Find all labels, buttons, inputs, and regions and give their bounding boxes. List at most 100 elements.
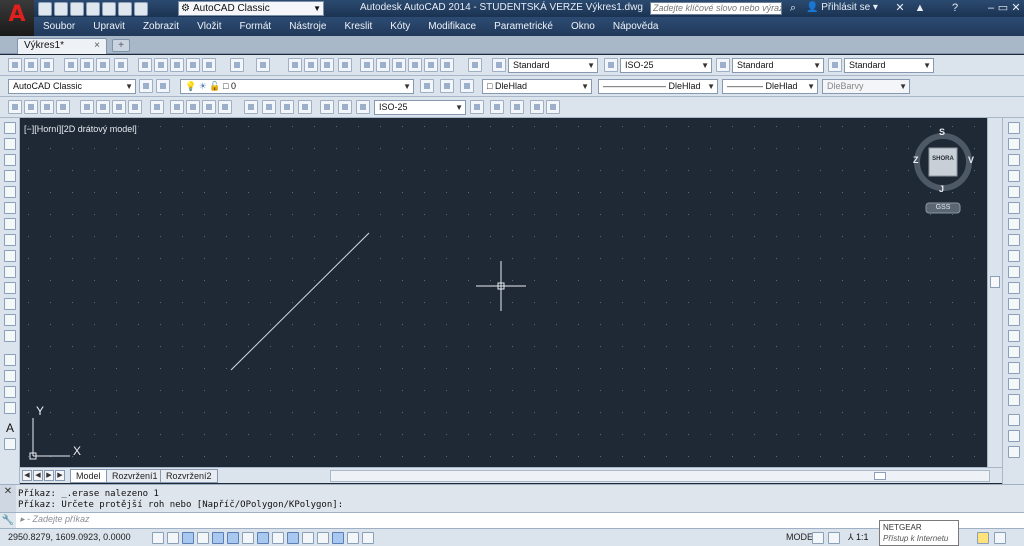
cut-icon[interactable] <box>138 58 152 72</box>
chamfer-icon[interactable] <box>1008 346 1020 358</box>
baseline-dimension-icon[interactable] <box>170 100 184 114</box>
transparency-icon[interactable] <box>317 532 329 544</box>
jogged-linear-icon[interactable] <box>298 100 312 114</box>
selection-cycling-icon[interactable] <box>347 532 359 544</box>
command-line-close-icon[interactable]: ✕ <box>0 485 16 513</box>
aligned-dimension-icon[interactable] <box>24 100 38 114</box>
workspace-switcher[interactable]: ⚙ AutoCAD Classic ▼ <box>178 1 324 16</box>
dim-style-select[interactable]: ISO-25 ▼ <box>620 58 712 73</box>
extend-icon[interactable] <box>1008 282 1020 294</box>
dim-style-icon[interactable] <box>604 58 618 72</box>
dimension-edit-icon[interactable] <box>320 100 334 114</box>
make-block-icon[interactable] <box>4 314 16 326</box>
undo-icon[interactable] <box>230 58 244 72</box>
multileader-style-icon[interactable] <box>828 58 842 72</box>
scroll-thumb[interactable] <box>990 276 1000 288</box>
point-icon[interactable] <box>4 330 16 342</box>
linetype-select[interactable]: ——————— DleHlad ▼ <box>598 79 718 94</box>
last-tab-icon[interactable]: ▶ <box>55 470 65 481</box>
lineweight-select[interactable]: ———— DleHlad ▼ <box>722 79 818 94</box>
text-style-icon[interactable] <box>492 58 506 72</box>
table-icon[interactable] <box>4 402 16 414</box>
tab-layout2[interactable]: Rozvržení2 <box>160 469 218 483</box>
add-selected-icon[interactable] <box>4 438 16 450</box>
plot-icon[interactable] <box>64 58 78 72</box>
make-current-layer-icon[interactable] <box>420 79 434 93</box>
region-icon[interactable] <box>4 386 16 398</box>
viewcube-top-face[interactable]: SHORA <box>930 156 956 162</box>
document-tab[interactable]: Výkres1* × <box>17 38 107 54</box>
spline-icon[interactable] <box>4 250 16 262</box>
viewcube-north[interactable]: S <box>939 127 945 137</box>
menu-soubor[interactable]: Soubor <box>34 21 84 32</box>
previous-tab-icon[interactable]: ◀ <box>33 470 43 481</box>
layer-state-icon[interactable] <box>460 79 474 93</box>
blend-curves-icon[interactable] <box>1008 378 1020 390</box>
tab-model[interactable]: Model <box>70 469 107 483</box>
revision-cloud-icon[interactable] <box>4 234 16 246</box>
table-style-icon[interactable] <box>716 58 730 72</box>
dimension-space-icon[interactable] <box>202 100 216 114</box>
new-tab-button[interactable]: + <box>112 39 130 52</box>
mirror-icon[interactable] <box>1008 154 1020 166</box>
markup-icon[interactable] <box>424 58 438 72</box>
continue-dimension-icon[interactable] <box>186 100 200 114</box>
trim-icon[interactable] <box>1008 266 1020 278</box>
add-leader-icon[interactable] <box>510 100 524 114</box>
close-icon[interactable]: ✕ <box>1009 1 1023 15</box>
binoculars-icon[interactable]: ⌕ <box>786 1 800 15</box>
viewcube-west[interactable]: Z <box>913 155 919 165</box>
search-input[interactable]: Zadejte klíčové slovo nebo výraz. <box>650 2 782 15</box>
match-properties-icon[interactable] <box>186 58 200 72</box>
align-leaders-icon[interactable] <box>530 100 544 114</box>
zoom-window-icon[interactable] <box>320 58 334 72</box>
save-as-icon[interactable] <box>86 1 100 16</box>
3d-print-icon[interactable] <box>114 58 128 72</box>
ellipse-arc-icon[interactable] <box>4 282 16 294</box>
erase-icon[interactable] <box>1008 122 1020 134</box>
quick-dimension-icon[interactable] <box>150 100 164 114</box>
diameter-dimension-icon[interactable] <box>112 100 126 114</box>
zoom-previous-icon[interactable] <box>338 58 352 72</box>
dynamic-ucs-icon[interactable] <box>272 532 284 544</box>
network-notification[interactable]: NETGEAR Přístup k Internetu <box>879 520 959 546</box>
menu-nastroje[interactable]: Nástroje <box>280 21 335 32</box>
menu-koty[interactable]: Kóty <box>381 21 419 32</box>
explode-icon[interactable] <box>1008 394 1020 406</box>
arc-length-icon[interactable] <box>40 100 54 114</box>
menu-kreslit[interactable]: Kreslit <box>335 21 381 32</box>
redo-icon[interactable] <box>134 1 148 16</box>
multileader-icon[interactable] <box>490 100 504 114</box>
viewport-controls[interactable]: [−][Horní][2D drátový model] <box>24 124 137 134</box>
menu-okno[interactable]: Okno <box>562 21 604 32</box>
first-tab-icon[interactable]: ◀ <box>22 470 32 481</box>
open-icon[interactable] <box>24 58 38 72</box>
quickcalc-icon[interactable] <box>440 58 454 72</box>
drawn-line[interactable] <box>230 232 370 371</box>
command-input[interactable]: 🔧 ▸ - Zadejte příkaz <box>0 512 1024 528</box>
paste-icon[interactable] <box>170 58 184 72</box>
quick-view-layouts-icon[interactable] <box>812 532 824 544</box>
lineweight-icon[interactable] <box>302 532 314 544</box>
dimension-break-icon[interactable] <box>218 100 232 114</box>
copy-icon[interactable] <box>154 58 168 72</box>
scroll-thumb[interactable] <box>874 472 886 480</box>
line-icon[interactable] <box>4 122 16 134</box>
dimension-update-icon[interactable] <box>356 100 370 114</box>
construction-line-icon[interactable] <box>4 138 16 150</box>
copy-object-icon[interactable] <box>1008 138 1020 150</box>
multileader-style-select[interactable]: Standard ▼ <box>844 58 934 73</box>
application-menu-button[interactable]: A <box>0 0 34 36</box>
quick-view-drawings-icon[interactable] <box>828 532 840 544</box>
menu-zobrazit[interactable]: Zobrazit <box>134 21 188 32</box>
help-icon[interactable]: ? <box>948 1 962 15</box>
zoom-realtime-icon[interactable] <box>304 58 318 72</box>
drawing-area[interactable]: [−][Horní][2D drátový model] SHORA S J V… <box>20 118 987 467</box>
close-icon[interactable]: × <box>94 39 100 53</box>
save-icon[interactable] <box>40 58 54 72</box>
circle-icon[interactable] <box>4 218 16 230</box>
ellipse-icon[interactable] <box>4 266 16 278</box>
polyline-icon[interactable] <box>4 154 16 166</box>
workspace-settings-icon[interactable] <box>139 79 153 93</box>
break-at-point-icon[interactable] <box>1008 298 1020 310</box>
